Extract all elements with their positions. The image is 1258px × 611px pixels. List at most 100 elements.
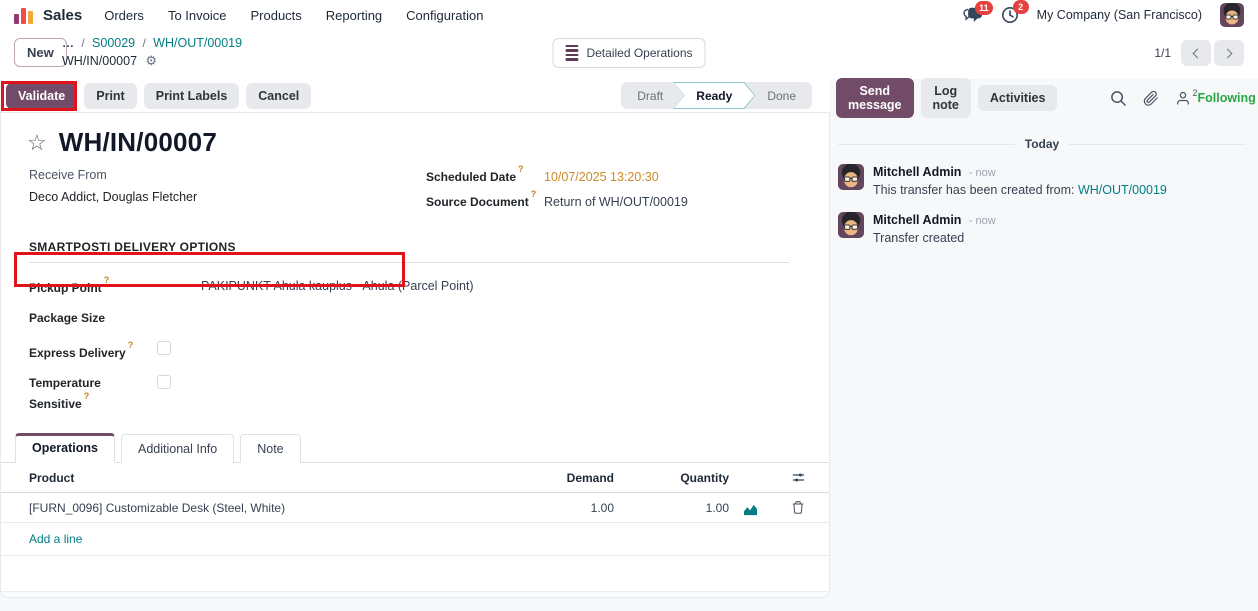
notebook-tabs: Operations Additional Info Note — [1, 433, 829, 463]
odoo-inventory-transfer-screen: Sales Orders To Invoice Products Reporti… — [0, 0, 1258, 611]
quantity-cell[interactable]: 1.00 — [618, 494, 733, 522]
tab-additional-info[interactable]: Additional Info — [121, 434, 234, 463]
messages-icon[interactable]: 11 — [963, 7, 983, 24]
date-divider: Today — [838, 137, 1246, 151]
activities-badge: 2 — [1013, 0, 1029, 14]
status-step-ready[interactable]: Ready — [673, 82, 755, 109]
company-switcher[interactable]: My Company (San Francisco) — [1037, 8, 1202, 22]
breadcrumb-current: WH/IN/00007 — [62, 54, 137, 68]
document-title: WH/IN/00007 — [59, 127, 217, 158]
operations-table: Product Demand Quantity [FURN_0096] Cust… — [1, 463, 829, 598]
nav-item-reporting[interactable]: Reporting — [326, 8, 382, 23]
pickup-point-row: Pickup Point? PAKIPUNKT Ahula kauplus - … — [29, 279, 829, 295]
message-avatar — [838, 212, 864, 238]
breadcrumb-bar: New … / S00029 / WH/OUT/00019 WH/IN/0000… — [0, 30, 1258, 78]
receive-from-value[interactable]: Deco Addict, Douglas Fletcher — [29, 190, 401, 204]
help-marker: ? — [128, 340, 134, 350]
tab-operations[interactable]: Operations — [15, 433, 115, 463]
express-delivery-row: Express Delivery? — [29, 341, 829, 362]
delete-row-icon[interactable] — [767, 493, 829, 522]
search-messages-icon[interactable] — [1110, 90, 1127, 107]
optional-columns-icon[interactable] — [767, 463, 829, 492]
empty-table-row — [1, 556, 829, 592]
nav-item-configuration[interactable]: Configuration — [406, 8, 483, 23]
demand-cell[interactable]: 1.00 — [498, 494, 618, 522]
help-marker: ? — [84, 391, 90, 401]
following-toggle[interactable]: Following — [1197, 91, 1255, 105]
add-a-line-link[interactable]: Add a line — [1, 523, 829, 556]
nav-item-products[interactable]: Products — [250, 8, 301, 23]
message-item: Mitchell Admin - now Transfer created — [838, 212, 1246, 247]
product-cell[interactable]: [FURN_0096] Customizable Desk (Steel, Wh… — [1, 494, 498, 522]
express-delivery-checkbox[interactable] — [157, 341, 171, 355]
print-button[interactable]: Print — [84, 83, 136, 109]
pickup-point-value[interactable]: PAKIPUNKT Ahula kauplus - Ahula (Parcel … — [201, 279, 474, 293]
source-document-label: Source Document? — [426, 193, 544, 209]
temperature-sensitive-row: Temperature Sensitive? — [29, 375, 829, 413]
pager-count: 1/1 — [1154, 46, 1171, 60]
message-author[interactable]: Mitchell Admin — [873, 213, 961, 227]
temperature-sensitive-checkbox[interactable] — [157, 375, 171, 389]
column-header-product: Product — [1, 464, 498, 492]
message-link-wh-out[interactable]: WH/OUT/00019 — [1078, 183, 1167, 197]
package-size-label: Package Size — [29, 311, 201, 325]
pager-previous-button[interactable] — [1181, 40, 1211, 66]
chevron-right-icon — [1223, 48, 1233, 58]
status-step-draft[interactable]: Draft — [621, 82, 685, 109]
chatter-toolbar: Send message Log note Activities 2 Follo… — [830, 79, 1258, 113]
message-author[interactable]: Mitchell Admin — [873, 165, 961, 179]
messages-badge: 11 — [975, 1, 993, 15]
statusbar: Draft Ready Done — [621, 82, 812, 109]
message-avatar — [838, 164, 864, 190]
receive-from-label: Receive From — [29, 168, 401, 182]
source-document-value[interactable]: Return of WH/OUT/00019 — [544, 195, 688, 209]
sales-app-icon[interactable] — [14, 6, 33, 24]
scheduled-date-label: Scheduled Date? — [426, 168, 544, 184]
table-header-row: Product Demand Quantity — [1, 463, 829, 493]
column-header-quantity: Quantity — [618, 464, 733, 492]
pager: 1/1 — [1154, 40, 1244, 66]
empty-table-row — [1, 592, 829, 598]
followers-count: 2 — [1192, 88, 1197, 98]
print-labels-button[interactable]: Print Labels — [144, 83, 240, 109]
action-gear-icon[interactable]: ⚙ — [145, 53, 157, 68]
log-note-button[interactable]: Log note — [921, 78, 971, 118]
message-text: Transfer created — [873, 230, 996, 247]
breadcrumb-ellipsis[interactable]: … — [62, 36, 74, 50]
message-feed: Today Mitchel — [830, 137, 1258, 247]
nav-item-to-invoice[interactable]: To Invoice — [168, 8, 227, 23]
tab-note[interactable]: Note — [240, 434, 300, 463]
new-button[interactable]: New — [14, 38, 67, 67]
followers-icon[interactable]: 2 — [1175, 90, 1197, 107]
activities-clock-icon[interactable]: 2 — [1001, 6, 1019, 24]
validate-button[interactable]: Validate — [6, 83, 77, 109]
chevron-left-icon — [1193, 48, 1203, 58]
detailed-operations-button[interactable]: Detailed Operations — [552, 38, 705, 68]
pickup-point-label: Pickup Point? — [29, 279, 201, 295]
pager-next-button[interactable] — [1214, 40, 1244, 66]
forecast-chart-icon[interactable] — [733, 496, 767, 520]
send-message-button[interactable]: Send message — [836, 78, 914, 118]
app-name[interactable]: Sales — [43, 7, 82, 24]
breadcrumb: … / S00029 / WH/OUT/00019 WH/IN/00007 ⚙ — [62, 35, 242, 70]
express-delivery-label: Express Delivery? — [29, 341, 143, 362]
breadcrumb-link-s00029[interactable]: S00029 — [92, 36, 135, 50]
cancel-button[interactable]: Cancel — [246, 83, 311, 109]
form-sheet: ☆ WH/IN/00007 Receive From Deco Addict, … — [0, 113, 830, 598]
help-marker: ? — [531, 189, 537, 199]
help-marker: ? — [104, 275, 110, 285]
temperature-sensitive-label: Temperature Sensitive? — [29, 375, 143, 413]
chatter-panel: Send message Log note Activities 2 Follo… — [830, 79, 1258, 611]
scheduled-date-value[interactable]: 10/07/2025 13:20:30 — [544, 170, 659, 184]
message-text: This transfer has been created from: WH/… — [873, 182, 1167, 199]
user-avatar[interactable] — [1220, 3, 1244, 27]
nav-item-orders[interactable]: Orders — [104, 8, 144, 23]
list-icon — [565, 45, 578, 61]
activities-button[interactable]: Activities — [978, 85, 1058, 111]
message-item: Mitchell Admin - now This transfer has b… — [838, 164, 1246, 199]
favorite-star-icon[interactable]: ☆ — [27, 132, 47, 154]
help-marker: ? — [518, 164, 524, 174]
attachments-paperclip-icon[interactable] — [1143, 90, 1159, 107]
breadcrumb-link-wh-out[interactable]: WH/OUT/00019 — [153, 36, 242, 50]
form-action-bar: Validate Print Print Labels Cancel Draft… — [0, 79, 830, 113]
